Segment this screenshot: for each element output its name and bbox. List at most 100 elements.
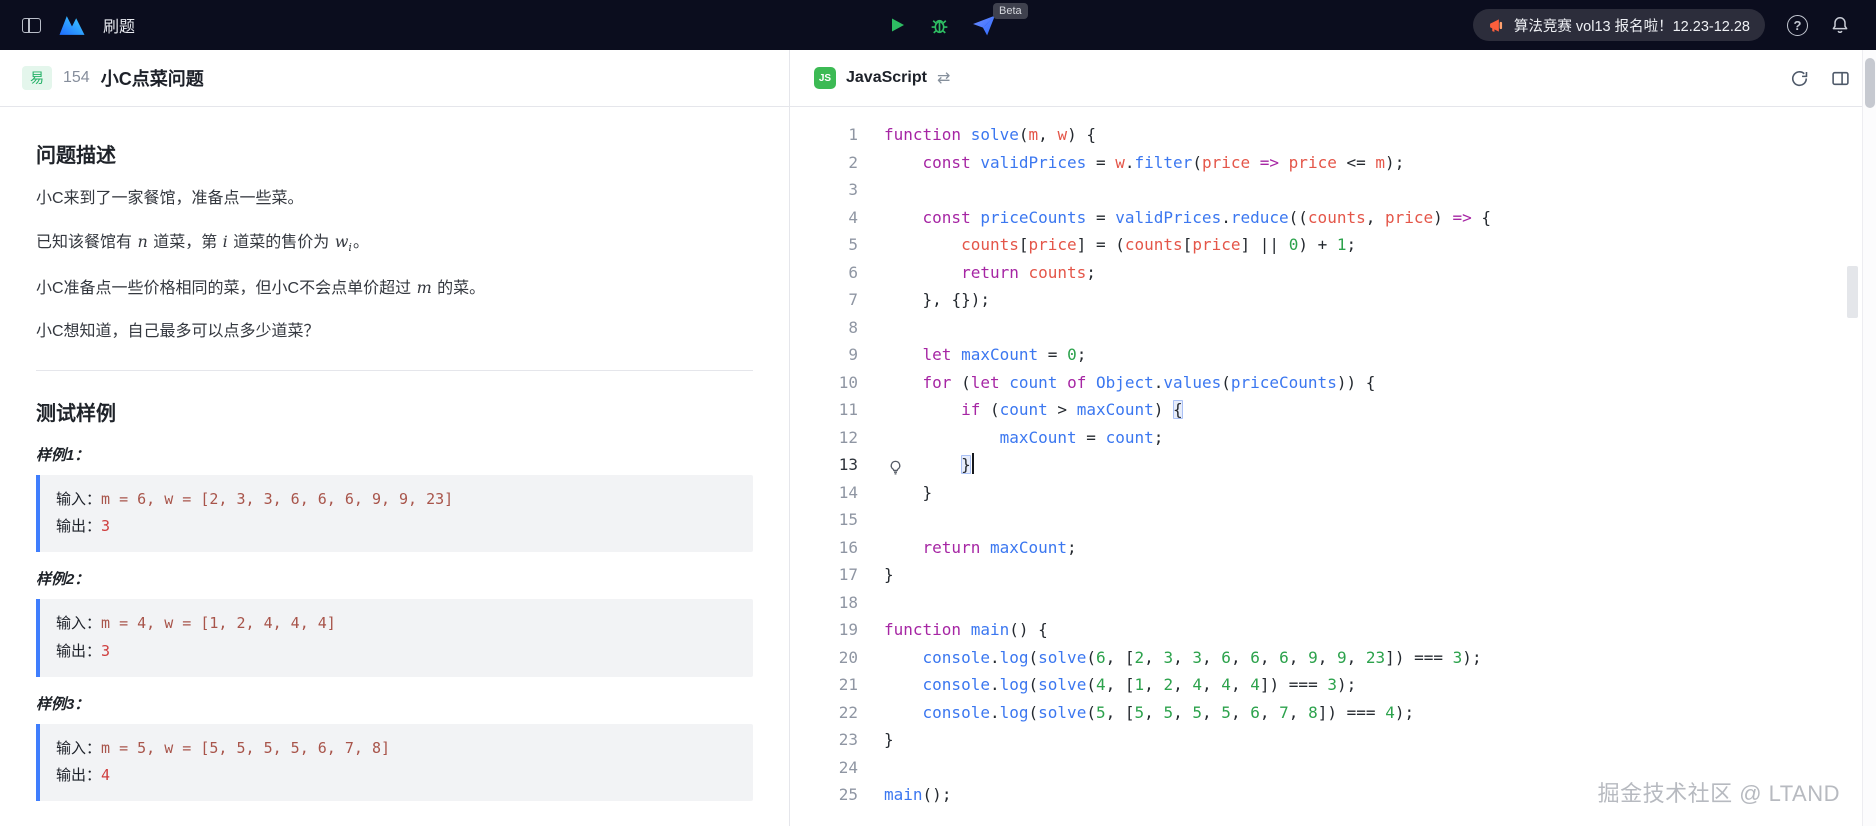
code-line-content: console.log(solve(5, [5, 5, 5, 5, 6, 7, … — [858, 699, 1876, 727]
samples-heading: 测试样例 — [36, 397, 753, 426]
code-line-content: } — [858, 726, 1876, 754]
code-lines: 1function solve(m, w) {2 const validPric… — [790, 121, 1876, 809]
line-number: 7 — [790, 286, 858, 314]
code-line-content: console.log(solve(4, [1, 2, 4, 4, 4]) ==… — [858, 671, 1876, 699]
split-layout-icon — [1831, 69, 1850, 88]
code-line-content: if (count > maxCount) { — [858, 396, 1876, 424]
sidebar-toggle-icon — [22, 18, 41, 33]
sample-input-value: m = 5, w = [5, 5, 5, 5, 6, 7, 8] — [101, 739, 390, 757]
play-icon — [887, 15, 907, 35]
code-line-content: }, {}); — [858, 286, 1876, 314]
debug-button[interactable] — [929, 15, 950, 36]
code-line[interactable]: 13 } — [790, 451, 1876, 479]
code-line[interactable]: 1function solve(m, w) { — [790, 121, 1876, 149]
editor-panel: JS JavaScript ⇄ — [790, 50, 1876, 826]
sample-input-value: m = 4, w = [1, 2, 4, 4, 4] — [101, 614, 336, 632]
code-line[interactable]: 18 — [790, 589, 1876, 617]
code-line[interactable]: 4 const priceCounts = validPrices.reduce… — [790, 204, 1876, 232]
problem-header: 易 154 小C点菜问题 — [0, 50, 789, 107]
code-line[interactable]: 19function main() { — [790, 616, 1876, 644]
app-window: 刷题 — [0, 0, 1876, 826]
line-number: 4 — [790, 204, 858, 232]
topbar: 刷题 — [0, 0, 1876, 50]
code-line[interactable]: 12 maxCount = count; — [790, 424, 1876, 452]
line-number: 5 — [790, 231, 858, 259]
run-button[interactable] — [887, 15, 907, 35]
sample-block: 输入：m = 4, w = [1, 2, 4, 4, 4]输出：3 — [36, 599, 753, 677]
language-switch-icon[interactable]: ⇄ — [937, 68, 950, 88]
app-logo-icon[interactable] — [57, 13, 87, 38]
difficulty-badge: 易 — [22, 66, 52, 90]
math-var: wi — [334, 232, 353, 251]
sample-output-value: 3 — [101, 642, 110, 660]
code-line-content: let maxCount = 0; — [858, 341, 1876, 369]
code-line-content: return counts; — [858, 259, 1876, 287]
code-line-content — [858, 589, 1876, 617]
code-line-content: for (let count of Object.values(priceCou… — [858, 369, 1876, 397]
bell-icon — [1830, 15, 1850, 35]
sample-input-label: 输入： — [56, 614, 101, 632]
sample-output-label: 输出： — [56, 642, 101, 660]
code-line[interactable]: 22 console.log(solve(5, [5, 5, 5, 5, 6, … — [790, 699, 1876, 727]
line-number: 8 — [790, 314, 858, 342]
line-number: 2 — [790, 149, 858, 177]
code-line[interactable]: 14 } — [790, 479, 1876, 507]
line-number: 10 — [790, 369, 858, 397]
line-number: 18 — [790, 589, 858, 617]
code-line[interactable]: 5 counts[price] = (counts[price] || 0) +… — [790, 231, 1876, 259]
line-number: 23 — [790, 726, 858, 754]
notifications-button[interactable] — [1830, 15, 1850, 35]
text-cursor — [972, 453, 974, 474]
problem-paragraph: 小C想知道，自己最多可以点多少道菜？ — [36, 319, 753, 345]
line-number: 17 — [790, 561, 858, 589]
reset-code-button[interactable] — [1790, 69, 1809, 88]
megaphone-icon — [1488, 17, 1505, 34]
section-divider — [36, 370, 753, 371]
code-line-content — [858, 506, 1876, 534]
line-number: 13 — [790, 451, 858, 479]
code-line[interactable]: 7 }, {}); — [790, 286, 1876, 314]
code-line[interactable]: 9 let maxCount = 0; — [790, 341, 1876, 369]
code-line-content: } — [858, 561, 1876, 589]
help-button[interactable]: ? — [1787, 15, 1808, 36]
code-line[interactable]: 16 return maxCount; — [790, 534, 1876, 562]
line-number: 21 — [790, 671, 858, 699]
help-icon: ? — [1787, 15, 1808, 36]
javascript-icon: JS — [814, 67, 836, 89]
code-line[interactable]: 17} — [790, 561, 1876, 589]
code-line[interactable]: 15 — [790, 506, 1876, 534]
code-line[interactable]: 2 const validPrices = w.filter(price => … — [790, 149, 1876, 177]
line-number: 16 — [790, 534, 858, 562]
math-var: i — [222, 232, 229, 251]
sidebar-toggle-button[interactable] — [22, 18, 41, 33]
samples: 样例1：输入：m = 6, w = [2, 3, 3, 6, 6, 6, 9, … — [36, 444, 753, 802]
code-line-content: } — [858, 451, 1876, 479]
sample-block: 输入：m = 6, w = [2, 3, 3, 6, 6, 6, 9, 9, 2… — [36, 475, 753, 553]
code-line[interactable]: 6 return counts; — [790, 259, 1876, 287]
code-line[interactable]: 10 for (let count of Object.values(price… — [790, 369, 1876, 397]
code-editor[interactable]: 1function solve(m, w) {2 const validPric… — [790, 107, 1876, 809]
sample-label: 样例3： — [36, 693, 753, 714]
sample-output-row: 输出：3 — [56, 638, 737, 666]
sample-input-label: 输入： — [56, 490, 101, 508]
code-line[interactable]: 8 — [790, 314, 1876, 342]
code-line[interactable]: 21 console.log(solve(4, [1, 2, 4, 4, 4])… — [790, 671, 1876, 699]
app-title: 刷题 — [103, 13, 135, 37]
layout-button[interactable] — [1831, 69, 1850, 88]
sample-label: 样例2： — [36, 568, 753, 589]
line-number: 12 — [790, 424, 858, 452]
problem-panel: 易 154 小C点菜问题 问题描述 小C来到了一家餐馆，准备点一些菜。已知该餐馆… — [0, 50, 790, 826]
problem-title: 小C点菜问题 — [101, 65, 204, 91]
code-line-content: function main() { — [858, 616, 1876, 644]
code-line[interactable]: 3 — [790, 176, 1876, 204]
page-scrollbar-thumb[interactable] — [1865, 58, 1875, 108]
code-line[interactable]: 11 if (count > maxCount) { — [790, 396, 1876, 424]
language-label: JavaScript — [846, 69, 927, 87]
editor-scrollbar[interactable] — [1847, 266, 1858, 318]
code-line[interactable]: 20 console.log(solve(6, [2, 3, 3, 6, 6, … — [790, 644, 1876, 672]
code-line-content: counts[price] = (counts[price] || 0) + 1… — [858, 231, 1876, 259]
contest-banner[interactable]: 算法竞赛 vol13 报名啦！12.23-12.28 — [1473, 9, 1765, 41]
page-scrollbar[interactable] — [1862, 50, 1876, 826]
problem-paragraph: 小C来到了一家餐馆，准备点一些菜。 — [36, 186, 753, 212]
code-line[interactable]: 23} — [790, 726, 1876, 754]
